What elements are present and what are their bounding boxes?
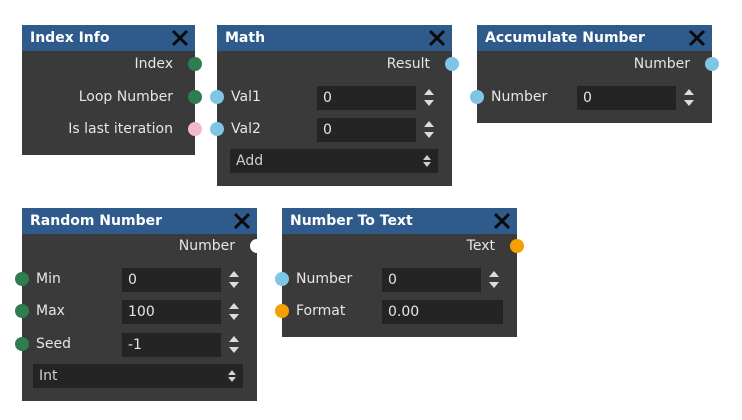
- input-row: Number 0: [275, 267, 517, 292]
- val2-input[interactable]: 0: [317, 118, 416, 142]
- val1-spinner[interactable]: [422, 86, 436, 110]
- output-port[interactable]: [510, 239, 524, 253]
- chevron-updown-icon: [422, 154, 432, 168]
- number-input[interactable]: 0: [577, 86, 676, 110]
- input-port[interactable]: [15, 304, 29, 318]
- output-row: Result: [217, 52, 459, 76]
- input-row: Number 0: [470, 85, 712, 110]
- output-label: Number: [633, 56, 690, 72]
- number-spinner[interactable]: [487, 268, 501, 292]
- output-row: Is last iteration: [22, 117, 202, 141]
- max-input[interactable]: 100: [122, 300, 221, 324]
- output-port[interactable]: [188, 122, 202, 136]
- output-port[interactable]: [188, 57, 202, 71]
- output-label: Result: [386, 56, 430, 72]
- node-header[interactable]: Random Number: [22, 208, 257, 234]
- node-header[interactable]: Number To Text: [282, 208, 517, 234]
- input-row: Val2 0: [210, 117, 452, 142]
- output-row: Loop Number: [22, 85, 202, 109]
- number-input[interactable]: 0: [382, 268, 481, 292]
- output-row: Index: [22, 52, 202, 76]
- chevron-updown-icon: [227, 369, 237, 383]
- output-label: Loop Number: [78, 89, 173, 105]
- output-port[interactable]: [188, 90, 202, 104]
- output-row: Number: [477, 52, 719, 76]
- node-math[interactable]: Math Result Val1 0 Val2 0 Add: [210, 25, 459, 186]
- node-header[interactable]: Math: [217, 25, 452, 51]
- input-label: Number: [491, 89, 548, 105]
- operation-select[interactable]: Add: [230, 149, 438, 173]
- close-icon[interactable]: [491, 210, 513, 232]
- node-title: Index Info: [30, 30, 110, 46]
- input-row: Val1 0: [210, 85, 452, 110]
- input-port[interactable]: [15, 337, 29, 351]
- val1-input[interactable]: 0: [317, 86, 416, 110]
- seed-input[interactable]: -1: [122, 333, 221, 357]
- type-select[interactable]: Int: [33, 364, 243, 388]
- input-port[interactable]: [470, 90, 484, 104]
- node-header[interactable]: Index Info: [22, 25, 195, 51]
- input-row: Seed -1: [15, 332, 257, 357]
- output-label: Number: [178, 238, 235, 254]
- operation-value: Add: [236, 153, 264, 169]
- node-title: Random Number: [30, 213, 162, 229]
- output-label: Index: [134, 56, 173, 72]
- node-title: Accumulate Number: [485, 30, 645, 46]
- output-label: Text: [466, 238, 495, 254]
- node-title: Number To Text: [290, 213, 413, 229]
- node-title: Math: [225, 30, 266, 46]
- input-port[interactable]: [15, 272, 29, 286]
- input-row: Min 0: [15, 267, 257, 292]
- max-spinner[interactable]: [227, 300, 241, 324]
- input-port[interactable]: [210, 122, 224, 136]
- input-label: Val1: [231, 89, 261, 105]
- close-icon[interactable]: [686, 27, 708, 49]
- input-label: Number: [296, 271, 353, 287]
- output-port[interactable]: [705, 57, 719, 71]
- format-input[interactable]: 0.00: [382, 300, 503, 324]
- number-spinner[interactable]: [682, 86, 696, 110]
- node-header[interactable]: Accumulate Number: [477, 25, 712, 51]
- input-label: Val2: [231, 121, 261, 137]
- type-value: Int: [39, 368, 58, 384]
- min-spinner[interactable]: [227, 268, 241, 292]
- close-icon[interactable]: [169, 27, 191, 49]
- input-row: Format 0.00: [275, 299, 517, 324]
- input-port[interactable]: [275, 304, 289, 318]
- node-accumulate-number[interactable]: Accumulate Number Number Number 0: [470, 25, 719, 123]
- output-label: Is last iteration: [68, 121, 173, 137]
- output-port[interactable]: [250, 239, 264, 253]
- input-label: Format: [296, 303, 346, 319]
- close-icon[interactable]: [426, 27, 448, 49]
- input-port[interactable]: [275, 272, 289, 286]
- output-row: Text: [282, 234, 524, 258]
- close-icon[interactable]: [231, 210, 253, 232]
- input-label: Max: [36, 303, 65, 319]
- node-index-info[interactable]: Index Info Index Loop Number Is last ite…: [22, 25, 202, 155]
- min-input[interactable]: 0: [122, 268, 221, 292]
- output-port[interactable]: [445, 57, 459, 71]
- input-label: Seed: [36, 336, 71, 352]
- val2-spinner[interactable]: [422, 118, 436, 142]
- node-random-number[interactable]: Random Number Number Min 0 Max 100 Seed …: [15, 208, 264, 401]
- input-port[interactable]: [210, 90, 224, 104]
- node-number-to-text[interactable]: Number To Text Text Number 0 Format 0.00: [275, 208, 524, 337]
- input-row: Max 100: [15, 299, 257, 324]
- output-row: Number: [22, 234, 264, 258]
- input-label: Min: [36, 271, 61, 287]
- seed-spinner[interactable]: [227, 333, 241, 357]
